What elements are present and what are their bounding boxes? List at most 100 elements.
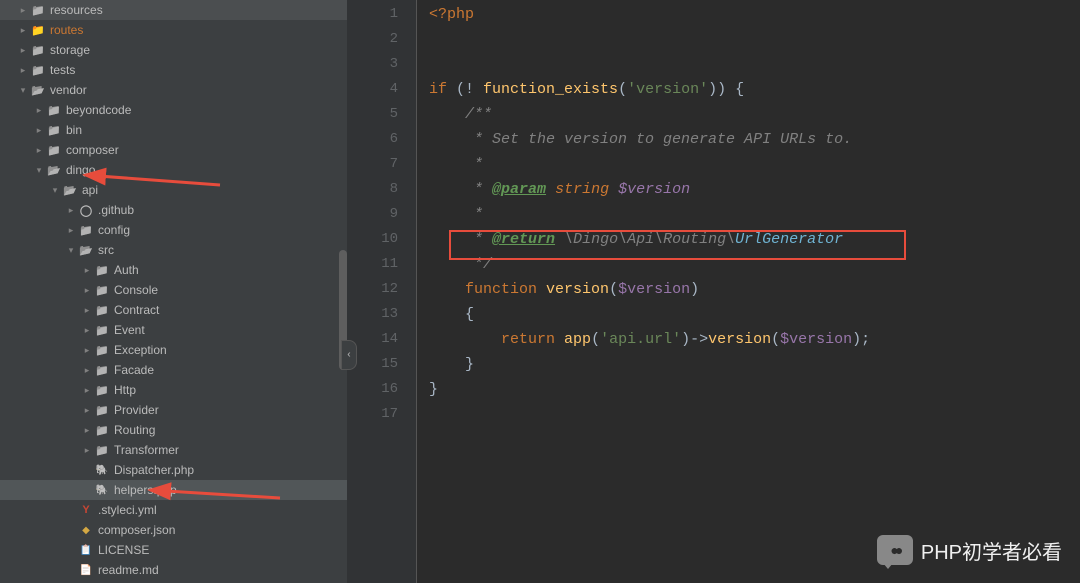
code-line[interactable]: * Set the version to generate API URLs t… xyxy=(429,127,1080,152)
tree-item-label: resources xyxy=(50,3,103,17)
tree-item-console[interactable]: Console xyxy=(0,280,347,300)
tree-item-http[interactable]: Http xyxy=(0,380,347,400)
tree-item-vendor[interactable]: vendor xyxy=(0,80,347,100)
tree-item-composer[interactable]: composer xyxy=(0,140,347,160)
tree-item-label: Console xyxy=(114,283,158,297)
tree-item-helpers-php[interactable]: helpers.php xyxy=(0,480,347,500)
json-icon xyxy=(79,523,93,537)
tree-item-label: helpers.php xyxy=(114,483,177,497)
chevron-none xyxy=(82,485,92,495)
chevron-right-icon[interactable] xyxy=(34,125,44,135)
line-number: 10 xyxy=(347,227,398,252)
tree-item-contract[interactable]: Contract xyxy=(0,300,347,320)
chevron-right-icon[interactable] xyxy=(82,405,92,415)
chevron-right-icon[interactable] xyxy=(82,325,92,335)
tree-item-readme-md[interactable]: readme.md xyxy=(0,560,347,580)
chevron-down-icon[interactable] xyxy=(66,245,76,255)
code-content[interactable]: <?php if (! function_exists('version')) {… xyxy=(417,0,1080,583)
line-number: 1 xyxy=(347,2,398,27)
chevron-right-icon[interactable] xyxy=(66,205,76,215)
tree-item-label: Contract xyxy=(114,303,159,317)
folder-open-icon xyxy=(47,163,61,177)
tree-item-routing[interactable]: Routing xyxy=(0,420,347,440)
chevron-right-icon[interactable] xyxy=(82,345,92,355)
code-line[interactable]: { xyxy=(429,302,1080,327)
tree-item-label: dingo xyxy=(66,163,95,177)
code-line[interactable]: return app('api.url')->version($version)… xyxy=(429,327,1080,352)
code-line[interactable]: <?php xyxy=(429,2,1080,27)
code-line[interactable]: } xyxy=(429,377,1080,402)
tree-item-facade[interactable]: Facade xyxy=(0,360,347,380)
chevron-right-icon[interactable] xyxy=(82,305,92,315)
chevron-right-icon[interactable] xyxy=(82,385,92,395)
code-line[interactable]: if (! function_exists('version')) { xyxy=(429,77,1080,102)
chevron-right-icon[interactable] xyxy=(66,225,76,235)
chevron-none xyxy=(82,465,92,475)
php-icon xyxy=(95,483,109,497)
code-line[interactable] xyxy=(429,27,1080,52)
tree-item-resources[interactable]: resources xyxy=(0,0,347,20)
tree-item-composer-json[interactable]: composer.json xyxy=(0,520,347,540)
chevron-right-icon[interactable] xyxy=(82,285,92,295)
tree-item-config[interactable]: config xyxy=(0,220,347,240)
tree-item-storage[interactable]: storage xyxy=(0,40,347,60)
tree-item-label: Facade xyxy=(114,363,154,377)
file-explorer-sidebar[interactable]: resources routesstoragetestsvendorbeyondc… xyxy=(0,0,347,583)
code-line[interactable] xyxy=(429,52,1080,77)
github-icon xyxy=(79,203,93,217)
chevron-right-icon[interactable] xyxy=(82,445,92,455)
tree-item-label: config xyxy=(98,223,130,237)
code-line[interactable]: * xyxy=(429,202,1080,227)
code-line[interactable]: * @return \Dingo\Api\Routing\UrlGenerato… xyxy=(429,227,1080,252)
tree-item-label: Event xyxy=(114,323,145,337)
folder-icon xyxy=(95,323,109,337)
code-line[interactable]: } xyxy=(429,352,1080,377)
code-line[interactable]: /** xyxy=(429,102,1080,127)
tree-item-event[interactable]: Event xyxy=(0,320,347,340)
chevron-right-icon[interactable] xyxy=(18,45,28,55)
code-editor[interactable]: 1234567891011121314151617 <?phpif (! fun… xyxy=(347,0,1080,583)
tree-item-exception[interactable]: Exception xyxy=(0,340,347,360)
tree-item-label: bin xyxy=(66,123,82,137)
tree-item-label: Transformer xyxy=(114,443,179,457)
chevron-down-icon[interactable] xyxy=(18,85,28,95)
tree-item-auth[interactable]: Auth xyxy=(0,260,347,280)
tree-item--github[interactable]: .github xyxy=(0,200,347,220)
tree-item-bin[interactable]: bin xyxy=(0,120,347,140)
tree-item-beyondcode[interactable]: beyondcode xyxy=(0,100,347,120)
chevron-right-icon[interactable] xyxy=(34,105,44,115)
chevron-right-icon[interactable] xyxy=(18,25,28,35)
chevron-down-icon[interactable] xyxy=(34,165,44,175)
tree-item-tests[interactable]: tests xyxy=(0,60,347,80)
chevron-right-icon[interactable] xyxy=(34,145,44,155)
folder-icon xyxy=(47,103,61,117)
tree-item-license[interactable]: LICENSE xyxy=(0,540,347,560)
chevron-right-icon[interactable] xyxy=(82,265,92,275)
chevron-right-icon[interactable] xyxy=(18,5,28,15)
tree-item-routes[interactable]: routes xyxy=(0,20,347,40)
tree-item--styleci-yml[interactable]: .styleci.yml xyxy=(0,500,347,520)
chevron-down-icon[interactable] xyxy=(50,185,60,195)
watermark-text: PHP初学者必看 xyxy=(921,536,1062,565)
chevron-right-icon[interactable] xyxy=(82,365,92,375)
code-line[interactable]: * @param string $version xyxy=(429,177,1080,202)
tree-item-dispatcher-php[interactable]: Dispatcher.php xyxy=(0,460,347,480)
folder-icon xyxy=(95,283,109,297)
folder-icon xyxy=(95,443,109,457)
folder-icon xyxy=(95,343,109,357)
tree-item-label: .styleci.yml xyxy=(98,503,157,517)
tree-item-dingo[interactable]: dingo xyxy=(0,160,347,180)
line-number: 4 xyxy=(347,77,398,102)
code-line[interactable]: * xyxy=(429,152,1080,177)
code-line[interactable]: */ xyxy=(429,252,1080,277)
tree-item-provider[interactable]: Provider xyxy=(0,400,347,420)
tree-item-src[interactable]: src xyxy=(0,240,347,260)
chevron-right-icon[interactable] xyxy=(18,65,28,75)
tree-item-transformer[interactable]: Transformer xyxy=(0,440,347,460)
sidebar-collapse-handle[interactable]: ‹ xyxy=(341,340,357,370)
code-line[interactable] xyxy=(429,402,1080,427)
tree-item-api[interactable]: api xyxy=(0,180,347,200)
tree-item-label: .github xyxy=(98,203,134,217)
code-line[interactable]: function version($version) xyxy=(429,277,1080,302)
chevron-right-icon[interactable] xyxy=(82,425,92,435)
